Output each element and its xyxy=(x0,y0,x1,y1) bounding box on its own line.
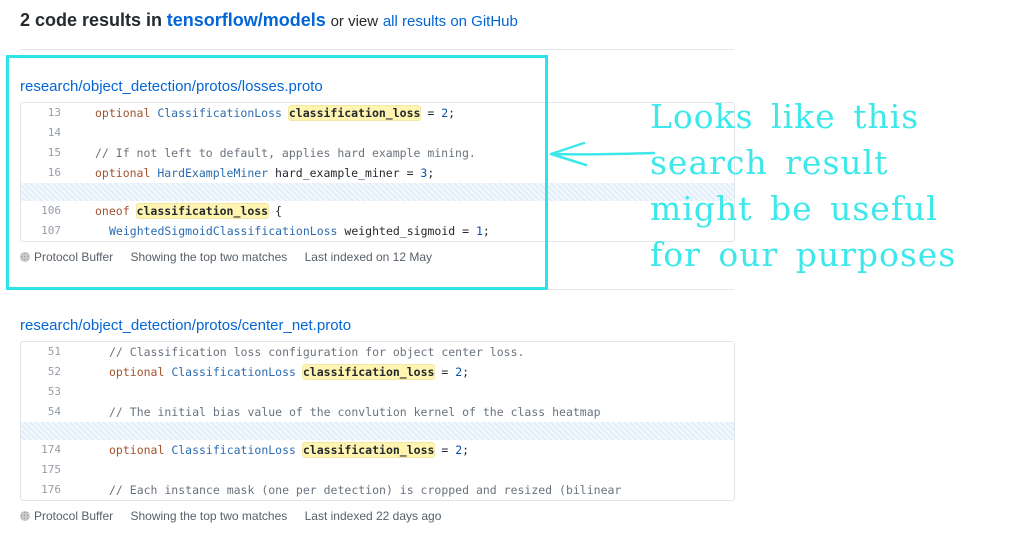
code-line: 51 // Classification loss configuration f… xyxy=(21,342,734,362)
header-divider xyxy=(20,49,734,50)
result-meta: Protocol Buffer Showing the top two matc… xyxy=(20,507,455,524)
code-text: optional ClassificationLoss classificati… xyxy=(109,362,469,382)
code-text: // Classification loss configuration for… xyxy=(109,342,524,362)
code-line: 175 xyxy=(21,460,734,480)
code-token: // Each instance mask (one per detection… xyxy=(109,483,622,497)
code-token: optional xyxy=(109,365,172,379)
match-highlight: classification_loss xyxy=(302,443,435,457)
annotation-line: might be useful xyxy=(650,189,938,228)
results-count: 2 code results in xyxy=(20,10,163,30)
language-label: Protocol Buffer xyxy=(20,508,113,524)
results-header: 2 code results in tensorflow/models or v… xyxy=(20,8,518,34)
code-token: // Classification loss configuration for… xyxy=(109,345,525,359)
indexed-text: Last indexed 22 days ago xyxy=(304,508,442,523)
code-line: 174 optional ClassificationLoss classific… xyxy=(21,440,734,460)
code-token: = xyxy=(434,365,456,379)
language-icon xyxy=(20,510,30,521)
line-number[interactable]: 174 xyxy=(21,440,61,460)
code-token: ClassificationLoss xyxy=(171,365,303,379)
code-line: 54 // The initial bias value of the convl… xyxy=(21,402,734,422)
annotation-arrow-icon xyxy=(549,141,656,167)
file-path-link[interactable]: research/object_detection/protos/center_… xyxy=(20,316,734,336)
line-number[interactable]: 175 xyxy=(21,460,61,480)
code-text: optional ClassificationLoss classificati… xyxy=(109,440,469,460)
annotation-line: for our purposes xyxy=(650,235,957,274)
code-token: ; xyxy=(462,443,470,457)
or-view-text: or view xyxy=(330,13,379,30)
line-number[interactable]: 52 xyxy=(21,362,61,382)
code-line: 52 optional ClassificationLoss classifica… xyxy=(21,362,734,382)
all-results-link[interactable]: all results on GitHub xyxy=(383,13,518,30)
line-number[interactable]: 54 xyxy=(21,402,61,422)
annotation-line: Looks like this xyxy=(650,97,920,136)
code-token: ; xyxy=(462,365,470,379)
matches-text: Showing the top two matches xyxy=(130,508,288,523)
code-token: // The initial bias value of the convlut… xyxy=(109,405,601,419)
line-number[interactable]: 53 xyxy=(21,382,61,402)
code-token: optional xyxy=(109,443,172,457)
code-line: 176 // Each instance mask (one per detect… xyxy=(21,480,734,500)
code-token: ClassificationLoss xyxy=(171,443,303,457)
line-number[interactable]: 51 xyxy=(21,342,61,362)
code-text: // The initial bias value of the convlut… xyxy=(109,402,601,422)
code-text: // Each instance mask (one per detection… xyxy=(109,480,621,500)
code-snippet: 51 // Classification loss configuration f… xyxy=(20,341,735,501)
code-result: research/object_detection/protos/center_… xyxy=(20,316,735,523)
handwritten-annotation: Looks like this search result might be u… xyxy=(650,94,956,278)
repo-link[interactable]: tensorflow/models xyxy=(167,10,326,30)
annotation-line: search result xyxy=(650,143,889,182)
annotation-highlight-box xyxy=(6,55,548,290)
match-highlight: classification_loss xyxy=(302,365,435,379)
code-line: 53 xyxy=(21,382,734,402)
code-gap-separator xyxy=(21,422,734,440)
line-number[interactable]: 176 xyxy=(21,480,61,500)
code-token: = xyxy=(434,443,456,457)
